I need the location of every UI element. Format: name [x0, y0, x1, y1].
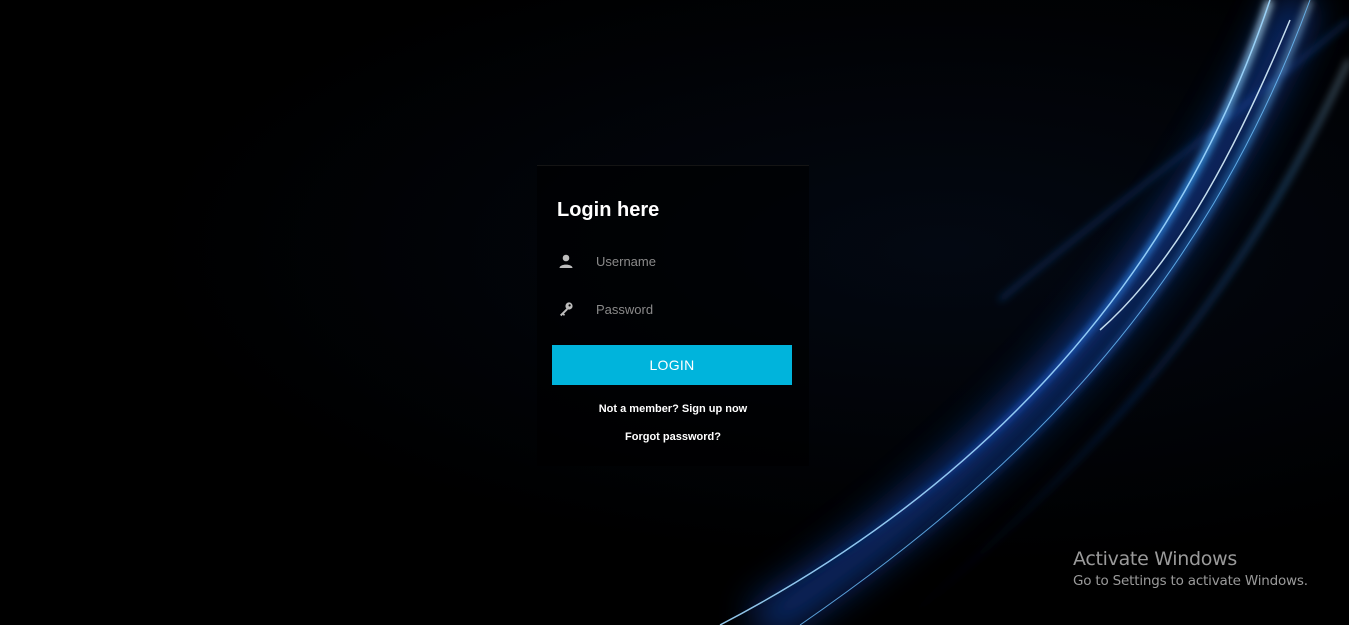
- login-button[interactable]: LOGIN: [552, 345, 792, 385]
- key-icon: [560, 302, 573, 317]
- watermark-title: Activate Windows: [1073, 548, 1237, 570]
- forgot-password-link[interactable]: Forgot password?: [537, 431, 809, 443]
- watermark-subtitle: Go to Settings to activate Windows.: [1073, 573, 1308, 589]
- username-row: [552, 246, 792, 276]
- user-icon: [559, 254, 573, 268]
- login-title: Login here: [557, 199, 660, 221]
- password-input[interactable]: [596, 294, 786, 324]
- login-page: Login here LOGIN Not a member? Sign up n…: [0, 0, 1349, 625]
- signup-link[interactable]: Not a member? Sign up now: [537, 403, 809, 415]
- windows-activation-watermark: Activate Windows Go to Settings to activ…: [1073, 548, 1308, 589]
- username-input[interactable]: [596, 246, 786, 276]
- login-card: Login here LOGIN Not a member? Sign up n…: [537, 165, 809, 466]
- password-row: [552, 294, 792, 324]
